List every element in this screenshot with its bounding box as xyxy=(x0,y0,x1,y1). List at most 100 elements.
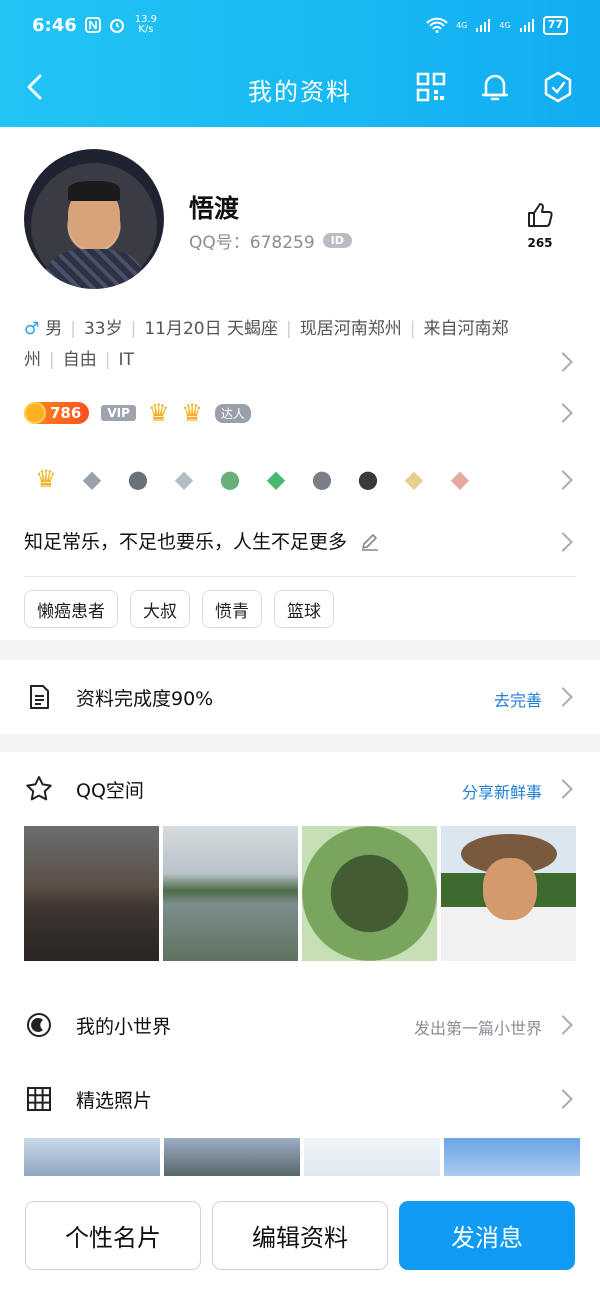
diamond-medal-icon: ◆ xyxy=(174,465,194,493)
status-right: 4G 4G 77 xyxy=(426,15,568,35)
interest-tag[interactable]: 大叔 xyxy=(130,590,190,628)
penguin-medal-icon: ● xyxy=(127,465,149,493)
gender-icon: ♂ xyxy=(24,319,40,339)
penguin-medal-icon: ● xyxy=(357,465,379,493)
qzone-photos xyxy=(24,826,576,961)
qzone-row[interactable]: QQ空间 分享新鲜事 xyxy=(0,752,600,826)
penguin-medal-icon: ● xyxy=(311,465,333,493)
info-industry: IT xyxy=(118,350,134,370)
selected-photos-row[interactable]: 精选照片 xyxy=(0,1062,600,1136)
signal-2-label: 4G xyxy=(499,20,511,30)
moon-circle-icon xyxy=(27,1013,51,1037)
document-icon xyxy=(30,685,49,709)
signature-chevron-icon[interactable] xyxy=(553,532,573,552)
first-post-link[interactable]: 发出第一篇小世界 xyxy=(414,1015,542,1039)
qzone-label: QQ空间 xyxy=(76,780,144,802)
thumbs-up-icon xyxy=(528,203,553,227)
completion-chevron-icon[interactable] xyxy=(553,687,573,707)
level-medal-icon: ♛ xyxy=(35,465,57,493)
status-bar: 6:46 13.9 K/s 4G 4G 77 xyxy=(32,12,568,38)
selected-photo[interactable] xyxy=(444,1138,580,1176)
gold-diamond-medal-icon: ◆ xyxy=(404,465,424,493)
wifi-icon xyxy=(426,17,448,33)
signal-2-icon xyxy=(519,19,534,32)
selected-photo-strip xyxy=(24,1138,580,1176)
id-badge[interactable]: ID xyxy=(322,233,352,248)
gem-medal-icon: ◆ xyxy=(82,465,102,493)
top-bar: 6:46 13.9 K/s 4G 4G 77 我的资料 xyxy=(0,0,600,127)
profile-name: 悟渡 xyxy=(189,194,240,223)
divider xyxy=(24,576,576,577)
small-world-row[interactable]: 我的小世界 发出第一篇小世界 xyxy=(0,988,600,1062)
crown-icon: ♛ xyxy=(147,399,170,427)
info-age: 33岁 xyxy=(83,319,123,339)
medals-chevron-icon[interactable] xyxy=(553,470,573,490)
complete-profile-link[interactable]: 去完善 xyxy=(494,687,542,711)
pink-diamond-medal-icon: ◆ xyxy=(450,465,470,493)
like-count: 265 xyxy=(527,236,553,250)
avatar-shirt xyxy=(46,249,142,289)
edit-profile-button[interactable]: 编辑资料 xyxy=(212,1201,388,1270)
selected-photo[interactable] xyxy=(164,1138,300,1176)
vip-badge: VIP xyxy=(101,405,136,421)
nav-bar: 我的资料 xyxy=(0,60,600,116)
avatar-hair xyxy=(68,181,120,201)
network-speed-unit: K/s xyxy=(138,24,154,35)
completion-row[interactable]: 资料完成度90% 去完善 xyxy=(0,660,600,734)
qzone-photo[interactable] xyxy=(302,826,437,961)
qzone-section: QQ空间 分享新鲜事 我的小世界 发出第一篇小世界 精选照片 xyxy=(0,752,600,1190)
medal-row[interactable]: ♛ ◆ ● ◆ ● ◆ ● ● ◆ ◆ xyxy=(30,463,476,495)
bell-icon[interactable] xyxy=(478,70,512,104)
badge-row[interactable]: 786 VIP ♛ ♛ 达人 xyxy=(24,399,251,427)
qzone-photo[interactable] xyxy=(163,826,298,961)
grid-icon xyxy=(27,1087,51,1111)
qr-code-icon[interactable] xyxy=(414,70,448,104)
bottom-action-bar: 个性名片 编辑资料 发消息 xyxy=(0,1190,600,1295)
selected-photo[interactable] xyxy=(304,1138,440,1176)
qzone-photo[interactable] xyxy=(441,826,576,961)
coin-value: 786 xyxy=(50,404,82,422)
badges-chevron-icon[interactable] xyxy=(553,403,573,423)
interest-tag[interactable]: 篮球 xyxy=(274,590,334,628)
profile-card: 悟渡 QQ号：678259 ID 265 ♂ 男 | 33岁 | 11月20日 天蝎座 | 现… xyxy=(0,127,600,640)
signature[interactable]: 知足常乐，不足也要乐，人生不足更多 xyxy=(24,527,381,554)
alarm-icon xyxy=(109,17,125,33)
signal-1-icon xyxy=(476,19,491,32)
completion-label: 资料完成度90% xyxy=(76,688,214,710)
settings-hexagon-icon[interactable] xyxy=(541,70,575,104)
info-chevron-icon[interactable] xyxy=(553,352,573,372)
info-residence: 现居河南郑州 xyxy=(299,319,402,339)
qq-number: QQ号：678259 xyxy=(189,233,315,253)
avatar[interactable] xyxy=(24,149,164,289)
small-world-label: 我的小世界 xyxy=(76,1016,172,1038)
small-world-chevron-icon[interactable] xyxy=(553,1015,573,1035)
penguin-medal-icon: ● xyxy=(219,465,241,493)
network-speed: 13.9 K/s xyxy=(135,15,157,35)
interest-tags: 懒癌患者 大叔 愤青 篮球 xyxy=(24,590,334,628)
info-gender: 男 xyxy=(45,319,63,339)
photo-face xyxy=(483,858,537,920)
interest-tag[interactable]: 愤青 xyxy=(202,590,262,628)
coin-icon xyxy=(24,402,46,424)
selected-photos-chevron-icon[interactable] xyxy=(553,1089,573,1109)
interest-tag[interactable]: 懒癌患者 xyxy=(24,590,118,628)
qq-number-line[interactable]: QQ号：678259 ID xyxy=(189,228,352,253)
profile-info: ♂ 男 | 33岁 | 11月20日 天蝎座 | 现居河南郑州 | 来自河南郑州 | 自由 | IT xyxy=(24,319,509,370)
info-birthday: 11月20日 天蝎座 xyxy=(144,319,279,339)
signature-text: 知足常乐，不足也要乐，人生不足更多 xyxy=(24,531,348,553)
personal-card-button[interactable]: 个性名片 xyxy=(25,1201,201,1270)
edit-pencil-icon[interactable] xyxy=(359,530,381,552)
info-job-type: 自由 xyxy=(62,350,97,370)
crown-icon: ♛ xyxy=(181,399,203,427)
send-message-button[interactable]: 发消息 xyxy=(399,1201,575,1270)
like-button[interactable]: 265 xyxy=(520,200,560,250)
selected-photos-label: 精选照片 xyxy=(76,1090,153,1112)
qzone-photo[interactable] xyxy=(24,826,159,961)
battery-indicator: 77 xyxy=(542,15,568,35)
share-news-link[interactable]: 分享新鲜事 xyxy=(462,779,542,803)
selected-photo[interactable] xyxy=(24,1138,160,1176)
talent-badge: 达人 xyxy=(214,403,251,423)
status-time: 6:46 xyxy=(32,14,77,36)
coin-badge: 786 xyxy=(24,402,90,424)
qzone-chevron-icon[interactable] xyxy=(553,779,573,799)
